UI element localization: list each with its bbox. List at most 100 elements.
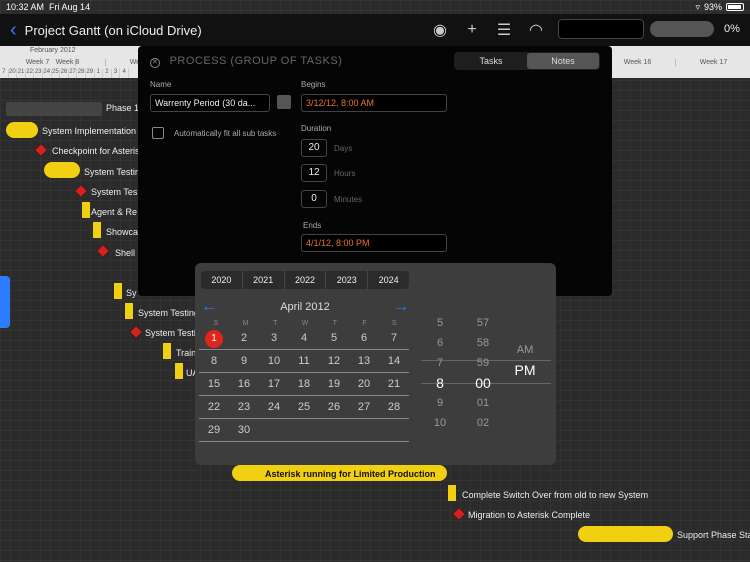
auto-fit-checkbox[interactable] [152, 127, 164, 139]
task-bar[interactable] [163, 343, 171, 359]
calendar-day[interactable]: 13 [349, 350, 379, 372]
task-bar[interactable] [82, 202, 90, 218]
minute-option[interactable]: 02 [465, 413, 501, 429]
calendar-day[interactable]: 24 [259, 396, 289, 418]
task-bar[interactable] [114, 283, 122, 299]
close-icon[interactable]: ✕ [150, 58, 160, 68]
calendar-day[interactable]: 27 [349, 396, 379, 418]
next-month-arrow-icon[interactable]: → [393, 299, 409, 315]
task-label[interactable]: System Testi [145, 328, 196, 338]
hour-option[interactable]: 6 [425, 333, 455, 353]
task-label[interactable]: Phase 1 [106, 103, 139, 113]
task-bar[interactable] [6, 122, 38, 138]
task-label[interactable]: Showca [106, 227, 138, 237]
task-bar[interactable] [578, 526, 673, 542]
calendar-day[interactable]: 7 [379, 327, 409, 349]
calendar-day[interactable]: 4 [289, 327, 319, 349]
task-label[interactable]: Asterisk running for Limited Production [265, 469, 436, 479]
year-option[interactable]: 2023 [326, 271, 369, 289]
calendar-day[interactable]: 3 [259, 327, 289, 349]
days-field[interactable]: 20 [301, 139, 327, 157]
calendar-day[interactable]: 19 [319, 373, 349, 395]
calendar-day[interactable]: 15 [199, 373, 229, 395]
calendar-day[interactable]: 20 [349, 373, 379, 395]
task-label[interactable]: Checkpoint for Asterisk [52, 146, 144, 156]
task-label[interactable]: Migration to Asterisk Complete [468, 510, 590, 520]
task-label[interactable]: Agent & Re [91, 207, 137, 217]
calendar-day[interactable]: 29 [199, 419, 229, 441]
minute-option[interactable]: 57 [465, 313, 501, 333]
task-label[interactable]: Train [176, 348, 196, 358]
hour-option[interactable]: 5 [425, 313, 455, 333]
year-option[interactable]: 2022 [285, 271, 327, 289]
hour-option[interactable]: 7 [425, 353, 455, 373]
list-icon[interactable]: ☰ [494, 20, 514, 40]
calendar-day[interactable]: 14 [379, 350, 409, 372]
calendar-day[interactable]: 25 [289, 396, 319, 418]
ampm-option[interactable]: PM [507, 360, 543, 380]
calendar-day[interactable]: 23 [229, 396, 259, 418]
calendar-day[interactable]: 18 [289, 373, 319, 395]
task-label[interactable]: Support Phase Sta [677, 530, 750, 540]
tab-tasks[interactable]: Tasks [455, 53, 527, 69]
battery-icon [726, 3, 744, 11]
calendar-day[interactable]: 10 [259, 350, 289, 372]
scroll-handle[interactable] [0, 276, 10, 328]
calendar-day[interactable]: 17 [259, 373, 289, 395]
calendar-day[interactable]: 22 [199, 396, 229, 418]
minute-option[interactable]: 00 [465, 373, 501, 393]
task-label[interactable]: Shell [115, 248, 135, 258]
calendar-day[interactable]: 21 [379, 373, 409, 395]
calendar-day[interactable]: 6 [349, 327, 379, 349]
task-label[interactable]: Sy [126, 288, 137, 298]
calendar-day[interactable]: 16 [229, 373, 259, 395]
year-option[interactable]: 2021 [243, 271, 285, 289]
ends-field[interactable]: 4/1/12, 8:00 PM [301, 234, 447, 252]
name-field[interactable]: Warrenty Period (30 da... [150, 94, 270, 112]
minutes-field[interactable]: 0 [301, 190, 327, 208]
minute-option[interactable]: 59 [465, 353, 501, 373]
hours-field[interactable]: 12 [301, 164, 327, 182]
speedometer-icon[interactable]: ◠ [526, 20, 546, 40]
phase-header-bar[interactable] [6, 102, 102, 116]
task-label[interactable]: System Testing [84, 167, 145, 177]
year-option[interactable]: 2024 [368, 271, 409, 289]
ampm-wheel[interactable]: AM PM [507, 340, 543, 456]
calendar-day[interactable]: 30 [229, 419, 259, 441]
hour-option[interactable]: 9 [425, 393, 455, 413]
hour-option[interactable]: 10 [425, 413, 455, 429]
task-bar[interactable] [44, 162, 80, 178]
begins-field[interactable]: 3/12/12, 8:00 AM [301, 94, 447, 112]
calendar-day[interactable]: 9 [229, 350, 259, 372]
selected-day[interactable]: 1 [199, 327, 229, 349]
calendar-day[interactable]: 8 [199, 350, 229, 372]
minute-wheel[interactable]: 57585900010203 [465, 313, 501, 429]
document-title[interactable]: Project Gantt (on iCloud Drive) [25, 23, 202, 38]
tab-notes[interactable]: Notes [527, 53, 599, 69]
task-label[interactable]: System Testing [138, 308, 199, 318]
eye-icon[interactable]: ◉ [430, 20, 450, 40]
minute-option[interactable]: 01 [465, 393, 501, 413]
task-bar[interactable] [175, 363, 183, 379]
task-bar[interactable] [125, 303, 133, 319]
calendar-day[interactable]: 12 [319, 350, 349, 372]
task-label[interactable]: Complete Switch Over from old to new Sys… [462, 490, 648, 500]
minute-option[interactable]: 58 [465, 333, 501, 353]
task-bar[interactable] [93, 222, 101, 238]
task-bar[interactable] [448, 485, 456, 501]
year-option[interactable]: 2020 [201, 271, 243, 289]
hour-wheel[interactable]: 567891011 [425, 313, 455, 429]
hour-option[interactable]: 8 [425, 373, 455, 393]
plus-icon[interactable]: + [462, 20, 482, 40]
calendar-day[interactable]: 28 [379, 396, 409, 418]
calendar-day[interactable]: 2 [229, 327, 259, 349]
color-swatch[interactable] [277, 95, 291, 109]
calendar-day[interactable]: 5 [319, 327, 349, 349]
ampm-option[interactable]: AM [507, 340, 543, 360]
calendar-day[interactable]: 11 [289, 350, 319, 372]
search-field[interactable] [558, 19, 644, 39]
back-chevron-icon[interactable]: ‹ [10, 19, 17, 42]
task-label[interactable]: System Tes [91, 187, 137, 197]
calendar-day[interactable]: 26 [319, 396, 349, 418]
task-label[interactable]: System Implementation [42, 126, 136, 136]
